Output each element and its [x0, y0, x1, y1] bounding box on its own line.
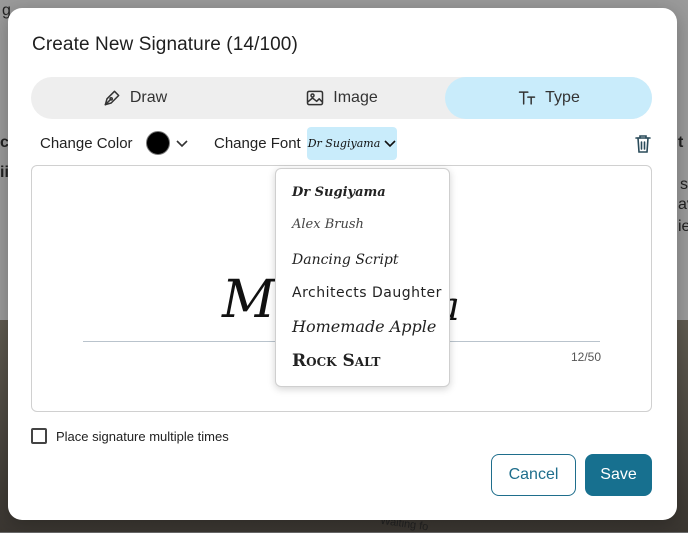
change-color-label: Change Color — [40, 135, 133, 152]
background-text: ie — [678, 218, 688, 235]
trash-icon[interactable] — [633, 133, 653, 155]
place-multiple-checkbox[interactable] — [31, 428, 47, 444]
character-counter: 12/50 — [570, 350, 601, 364]
chevron-down-icon[interactable] — [176, 139, 188, 149]
color-swatch[interactable] — [146, 131, 170, 155]
place-multiple-label: Place signature multiple times — [56, 428, 229, 444]
save-button[interactable]: Save — [585, 454, 652, 496]
tab-image[interactable]: Image — [238, 77, 445, 119]
tab-draw[interactable]: Draw — [31, 77, 238, 119]
tab-type-label: Type — [545, 89, 580, 106]
signature-preview-text: M — [222, 270, 275, 330]
chevron-down-icon — [384, 139, 396, 147]
create-signature-dialog: Create New Signature (14/100) Draw Image — [8, 8, 677, 520]
background-text: s — [680, 176, 688, 193]
place-multiple-option: Place signature multiple times — [31, 428, 229, 444]
pen-icon — [104, 90, 120, 106]
background-text: t — [678, 134, 684, 151]
background-text: av — [678, 196, 688, 213]
change-font-label: Change Font — [214, 135, 301, 152]
cancel-button[interactable]: Cancel — [491, 454, 576, 496]
tab-image-label: Image — [333, 89, 378, 106]
text-type-icon — [518, 91, 536, 105]
font-select[interactable]: Dr Sugiyama — [307, 127, 397, 160]
signature-mode-tabs: Draw Image Type — [31, 77, 652, 119]
font-option-dancing-script[interactable]: Dancing Script — [292, 252, 399, 268]
font-dropdown-menu: Dr Sugiyama Alex Brush Dancing Script Ar… — [275, 168, 450, 387]
tab-type[interactable]: Type — [445, 77, 652, 119]
font-option-dr-sugiyama[interactable]: Dr Sugiyama — [292, 185, 386, 200]
dialog-title: Create New Signature (14/100) — [32, 34, 298, 55]
font-option-alex-brush[interactable]: Alex Brush — [292, 217, 364, 232]
selected-font-value: Dr Sugiyama — [307, 137, 381, 150]
tab-draw-label: Draw — [129, 89, 168, 106]
font-option-architects-daughter[interactable]: Architects Daughter — [292, 285, 442, 301]
signature-toolbar: Change Color Change Font Dr Sugiyama — [32, 127, 653, 161]
image-icon — [307, 90, 324, 106]
font-option-homemade-apple[interactable]: Homemade Apple — [292, 317, 436, 336]
font-option-rock-salt[interactable]: Rock Salt — [292, 351, 380, 371]
